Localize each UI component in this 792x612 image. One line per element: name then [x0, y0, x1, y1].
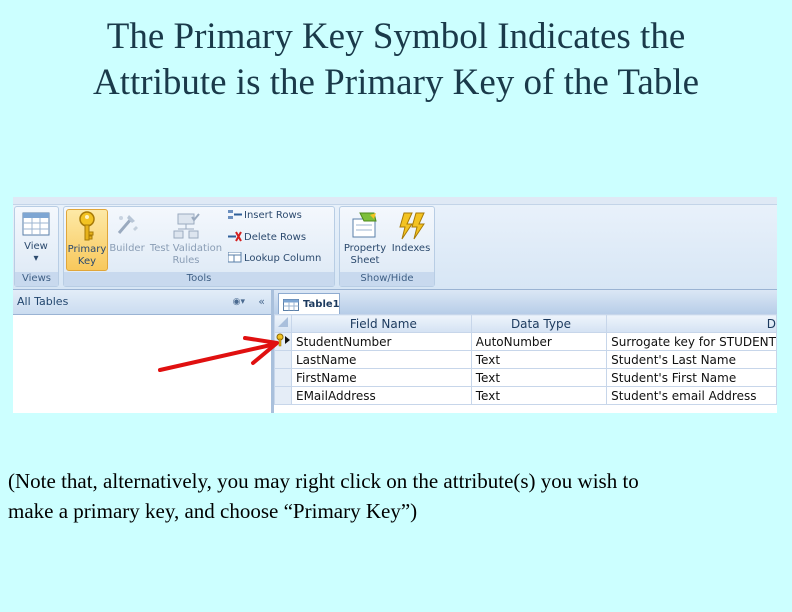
collapse-pane-icon[interactable]: «	[258, 290, 265, 314]
slide-title-line1: The Primary Key Symbol Indicates the	[106, 16, 686, 57]
design-header-row: Field Name Data Type D	[274, 314, 777, 333]
indexes-label: Indexes	[391, 243, 431, 254]
delete-rows-icon	[228, 231, 242, 242]
chevron-down-icon: ▾	[33, 253, 39, 264]
insert-rows-button[interactable]: Insert Rows	[228, 209, 302, 223]
delete-rows-label: Delete Rows	[244, 232, 307, 243]
key-row-icon	[276, 333, 290, 347]
test-validation-icon	[173, 213, 200, 239]
property-sheet-button[interactable]: Property Sheet	[342, 211, 388, 267]
chevron-down-icon[interactable]: ◉▾	[233, 290, 245, 314]
tools-group-label: Tools	[64, 272, 334, 286]
lookup-column-icon	[228, 252, 242, 263]
primary-key-icon	[79, 211, 95, 241]
lookup-column-label: Lookup Column	[244, 253, 322, 264]
builder-label: Builder	[109, 243, 145, 254]
data-type-cell[interactable]: Text	[470, 386, 608, 405]
test-validation-label-line1: Test Validation	[149, 243, 223, 254]
table-icon	[283, 299, 299, 311]
ribbon-top-strip	[13, 197, 777, 205]
table-row[interactable]: FirstName Text Student's First Name	[274, 368, 777, 387]
data-type-cell[interactable]: Text	[470, 350, 608, 369]
note-text: (Note that, alternatively, you may right…	[8, 466, 778, 526]
table-design-grid: Field Name Data Type D StudentNumber Aut…	[274, 314, 777, 413]
property-sheet-label-line2: Sheet	[350, 255, 380, 266]
builder-icon	[117, 215, 138, 234]
row-selector[interactable]	[274, 332, 292, 351]
row-selector[interactable]	[274, 368, 292, 387]
select-all-icon	[278, 317, 288, 327]
data-type-cell[interactable]: AutoNumber	[470, 332, 608, 351]
column-header-description[interactable]: D	[606, 314, 777, 333]
field-name-cell[interactable]: EMailAddress	[291, 386, 472, 405]
note-line1: (Note that, alternatively, you may right…	[8, 469, 639, 493]
view-icon	[22, 212, 50, 236]
select-all-cell[interactable]	[274, 314, 292, 333]
lookup-column-button[interactable]: Lookup Column	[228, 252, 321, 266]
views-group-label: Views	[15, 272, 58, 286]
show-hide-group: Property Sheet Indexes Show/Hide	[339, 206, 435, 287]
indexes-button[interactable]: Indexes	[390, 211, 432, 255]
views-group: View ▾ Views	[14, 206, 59, 287]
show-hide-group-label: Show/Hide	[340, 272, 434, 286]
field-name-cell[interactable]: LastName	[291, 350, 472, 369]
test-validation-rules-button[interactable]: Test Validation Rules	[148, 211, 224, 267]
field-name-cell[interactable]: StudentNumber	[291, 332, 472, 351]
note-line2: make a primary key, and choose “Primary …	[8, 499, 418, 523]
insert-rows-icon	[228, 210, 242, 219]
column-header-field-name[interactable]: Field Name	[291, 314, 472, 333]
tab-table1[interactable]: Table1	[278, 293, 340, 314]
data-type-cell[interactable]: Text	[470, 368, 608, 387]
row-selector[interactable]	[274, 350, 292, 369]
table-row[interactable]: LastName Text Student's Last Name	[274, 350, 777, 369]
column-header-data-type[interactable]: Data Type	[470, 314, 608, 333]
property-sheet-label-line1: Property	[343, 243, 387, 254]
slide-title-line2: Attribute is the Primary Key of the Tabl…	[92, 62, 700, 103]
slide-title: The Primary Key Symbol Indicates the Att…	[0, 14, 792, 106]
row-selector[interactable]	[274, 386, 292, 405]
property-sheet-icon	[352, 212, 377, 238]
description-cell[interactable]: Student's First Name	[606, 368, 777, 387]
navigation-pane-header[interactable]: All Tables ◉▾ «	[13, 290, 271, 315]
view-button[interactable]: View ▾	[17, 211, 55, 265]
table-row[interactable]: EMailAddress Text Student's email Addres…	[274, 386, 777, 405]
test-validation-label-line2: Rules	[172, 255, 200, 266]
view-label: View	[24, 241, 48, 252]
primary-key-label-line1: Primary	[67, 244, 107, 255]
description-cell[interactable]: Student's Last Name	[606, 350, 777, 369]
insert-rows-label: Insert Rows	[244, 210, 302, 221]
primary-key-label-line2: Key	[77, 256, 97, 267]
tab-table1-label: Table1	[303, 299, 340, 310]
navigation-pane: All Tables ◉▾ «	[13, 290, 274, 413]
access-screenshot: View ▾ Views Primary Key Builder Test Va…	[13, 197, 777, 413]
delete-rows-button[interactable]: Delete Rows	[228, 231, 306, 245]
primary-key-button[interactable]: Primary Key	[66, 209, 108, 271]
description-cell[interactable]: Student's email Address	[606, 386, 777, 405]
builder-button[interactable]: Builder	[108, 211, 146, 255]
table-row[interactable]: StudentNumber AutoNumber Surrogate key f…	[274, 332, 777, 351]
ribbon: View ▾ Views Primary Key Builder Test Va…	[13, 197, 777, 290]
indexes-icon	[399, 212, 425, 240]
document-tab-strip: Table1	[274, 290, 777, 314]
description-cell[interactable]: Surrogate key for STUDENT	[606, 332, 777, 351]
tools-group: Primary Key Builder Test Validation Rule…	[63, 206, 335, 287]
field-name-cell[interactable]: FirstName	[291, 368, 472, 387]
design-table: Field Name Data Type D StudentNumber Aut…	[274, 314, 777, 405]
navigation-pane-title: All Tables	[17, 295, 69, 308]
